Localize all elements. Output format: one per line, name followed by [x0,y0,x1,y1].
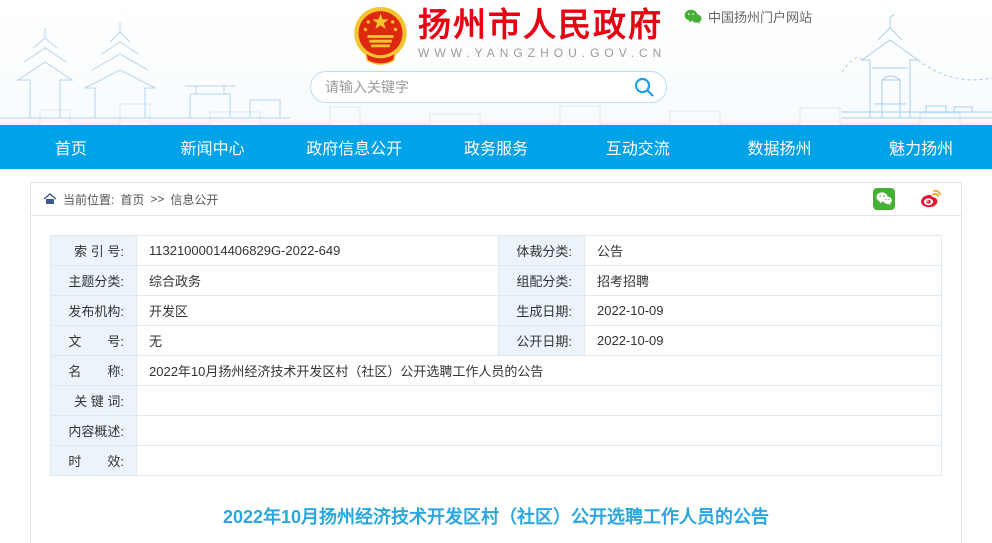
table-row: 时 效: [51,446,942,476]
breadcrumb: 当前位置: 首页 >> 信息公开 [31,183,961,216]
table-row: 关 键 词: [51,386,942,416]
meta-label: 时 效: [51,446,137,476]
nav-item-services[interactable]: 政务服务 [425,125,567,169]
meta-value: 招考招聘 [585,266,942,296]
nav-item-charm[interactable]: 魅力扬州 [850,125,992,169]
nav-item-interaction[interactable]: 互动交流 [567,125,709,169]
main-nav: 首页 新闻中心 政府信息公开 政务服务 互动交流 数据扬州 魅力扬州 [0,125,992,169]
table-row: 文 号: 无 公开日期: 2022-10-09 [51,326,942,356]
portal-link[interactable]: 中国扬州门户网站 [684,7,812,26]
site-header: 扬州市人民政府 WWW.YANGZHOU.GOV.CN 中国扬州门户网站 [0,0,992,125]
meta-label: 发布机构: [51,296,137,326]
breadcrumb-current-link[interactable]: 信息公开 [170,191,218,208]
meta-value [137,386,942,416]
search-button[interactable] [632,75,656,99]
meta-value: 11321000014406829G-2022-649 [137,236,499,266]
breadcrumb-home-link[interactable]: 首页 [120,191,144,208]
portal-label: 中国扬州门户网站 [708,7,812,26]
article-title: 2022年10月扬州经济技术开发区村（社区）公开选聘工作人员的公告 [31,503,961,529]
table-row: 主题分类: 综合政务 组配分类: 招考招聘 [51,266,942,296]
meta-label: 索 引 号: [51,236,137,266]
meta-label: 关 键 词: [51,386,137,416]
nav-item-home[interactable]: 首页 [0,125,142,169]
meta-label: 公开日期: [499,326,585,356]
meta-value: 2022-10-09 [585,326,942,356]
table-row: 名 称: 2022年10月扬州经济技术开发区村（社区）公开选聘工作人员的公告 [51,356,942,386]
meta-value: 2022年10月扬州经济技术开发区村（社区）公开选聘工作人员的公告 [137,356,942,386]
table-row: 发布机构: 开发区 生成日期: 2022-10-09 [51,296,942,326]
meta-value: 2022-10-09 [585,296,942,326]
meta-label: 生成日期: [499,296,585,326]
meta-label: 组配分类: [499,266,585,296]
site-name: 扬州市人民政府 [418,6,666,44]
meta-label: 体裁分类: [499,236,585,266]
meta-value: 综合政务 [137,266,499,296]
share-buttons [873,188,951,210]
meta-label: 内容概述: [51,416,137,446]
meta-label: 主题分类: [51,266,137,296]
meta-value: 开发区 [137,296,499,326]
nav-item-news[interactable]: 新闻中心 [142,125,284,169]
breadcrumb-separator: >> [150,192,164,206]
wechat-share-icon[interactable] [873,188,895,210]
table-row: 索 引 号: 11321000014406829G-2022-649 体裁分类:… [51,236,942,266]
meta-value [137,446,942,476]
pagoda-sketch-decoration [0,10,290,122]
document-metadata-table: 索 引 号: 11321000014406829G-2022-649 体裁分类:… [50,235,942,476]
search-icon [632,75,656,99]
spacer [0,169,992,182]
meta-label: 文 号: [51,326,137,356]
weibo-share-icon[interactable] [919,188,941,210]
site-url: WWW.YANGZHOU.GOV.CN [418,46,666,60]
national-emblem-icon [352,6,409,66]
search-bar [310,71,667,103]
meta-label: 名 称: [51,356,137,386]
bridge-tower-sketch-decoration [842,8,992,123]
wechat-icon [684,9,702,25]
content-panel: 当前位置: 首页 >> 信息公开 [30,182,962,543]
table-row: 内容概述: [51,416,942,446]
nav-item-gov-info[interactable]: 政府信息公开 [283,125,425,169]
nav-item-data[interactable]: 数据扬州 [709,125,851,169]
meta-value: 公告 [585,236,942,266]
site-logo[interactable]: 扬州市人民政府 WWW.YANGZHOU.GOV.CN [352,6,666,66]
search-input[interactable] [325,79,632,95]
meta-value [137,416,942,446]
breadcrumb-prefix: 当前位置: [63,191,114,208]
home-icon [43,193,57,205]
meta-value: 无 [137,326,499,356]
